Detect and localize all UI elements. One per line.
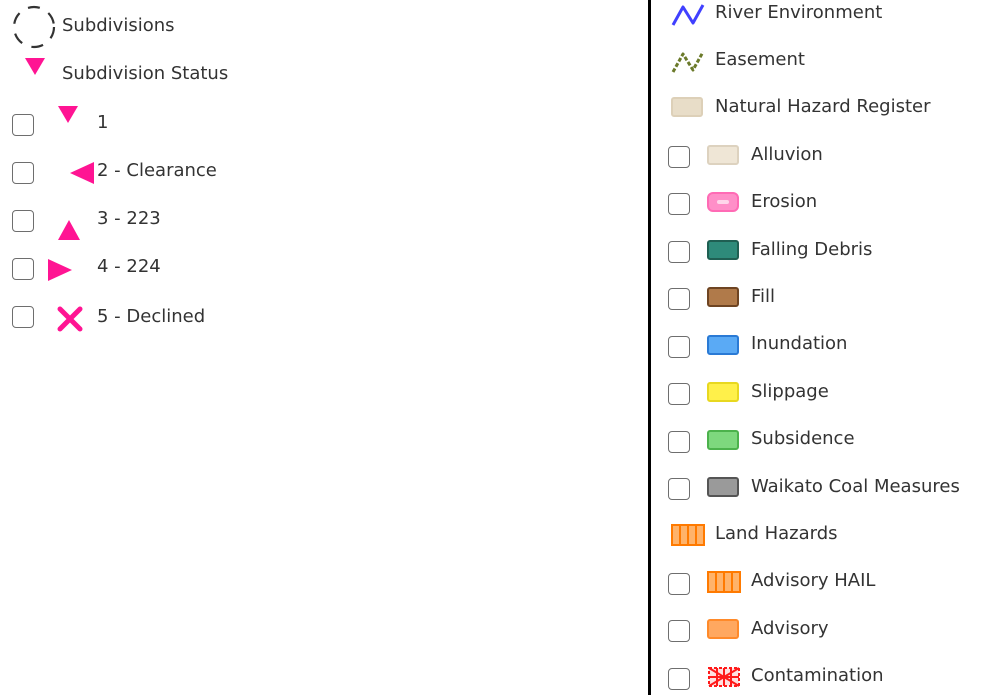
land-item-label: Advisory: [751, 618, 829, 639]
subdivisions-label: Subdivisions: [62, 15, 175, 36]
status-1-checkbox[interactable]: [12, 114, 34, 136]
slippage-checkbox[interactable]: [668, 383, 690, 405]
dashed-circle-icon: [12, 5, 56, 49]
river-environment-label: River Environment: [715, 2, 883, 23]
hazard-label: Erosion: [751, 191, 818, 212]
subdivision-status-label: Subdivision Status: [62, 63, 229, 84]
status-item-label: 2 - Clearance: [97, 160, 217, 181]
status-5-checkbox[interactable]: [12, 306, 34, 328]
status-2-checkbox[interactable]: [12, 162, 34, 184]
land-item-label: Advisory HAIL: [751, 570, 876, 591]
contamination-checkbox[interactable]: [668, 668, 690, 690]
status-item-label: 5 - Declined: [97, 306, 206, 327]
hatched-swatch-icon: [671, 524, 705, 546]
swatch-icon: [707, 382, 739, 402]
subsidence-checkbox[interactable]: [668, 431, 690, 453]
natural-hazard-register-label: Natural Hazard Register: [715, 96, 931, 117]
swatch-icon: [707, 619, 739, 639]
hazard-label: Waikato Coal Measures: [751, 476, 960, 497]
fill-checkbox[interactable]: [668, 288, 690, 310]
status-item-label: 3 - 223: [97, 208, 161, 229]
zigzag-line-icon: [671, 51, 705, 73]
hazard-label: Fill: [751, 286, 776, 307]
swatch-icon: [707, 430, 739, 450]
status-3-checkbox[interactable]: [12, 210, 34, 232]
alluvion-checkbox[interactable]: [668, 146, 690, 168]
triangle-left-icon: [70, 162, 94, 184]
land-hazards-label: Land Hazards: [715, 523, 838, 544]
hazard-label: Inundation: [751, 333, 848, 354]
status-item-label: 4 - 224: [97, 256, 161, 277]
land-item-label: Contamination: [751, 665, 884, 686]
x-mark-icon: [57, 306, 83, 332]
swatch-icon: [671, 97, 703, 117]
easement-label: Easement: [715, 49, 805, 70]
advisory-checkbox[interactable]: [668, 620, 690, 642]
falling-debris-checkbox[interactable]: [668, 241, 690, 263]
erosion-checkbox[interactable]: [668, 193, 690, 215]
hazard-label: Slippage: [751, 381, 829, 402]
hazard-label: Subsidence: [751, 428, 855, 449]
status-item-label: 1: [97, 112, 109, 133]
zigzag-line-icon: [671, 4, 705, 26]
triangle-down-icon: [25, 58, 45, 75]
swatch-icon: [707, 240, 739, 260]
swatch-icon: [707, 192, 739, 212]
triangle-up-icon: [58, 220, 80, 240]
hazard-label: Alluvion: [751, 144, 823, 165]
triangle-down-icon: [58, 106, 78, 123]
crosshatch-swatch-icon: [708, 667, 740, 687]
hatched-swatch-icon: [707, 571, 741, 593]
swatch-icon: [707, 477, 739, 497]
hazard-label: Falling Debris: [751, 239, 873, 260]
swatch-icon: [707, 335, 739, 355]
waikato-coal-measures-checkbox[interactable]: [668, 478, 690, 500]
swatch-icon: [707, 145, 739, 165]
advisory-hail-checkbox[interactable]: [668, 573, 690, 595]
status-4-checkbox[interactable]: [12, 258, 34, 280]
triangle-right-icon: [48, 259, 72, 281]
swatch-icon: [707, 287, 739, 307]
inundation-checkbox[interactable]: [668, 336, 690, 358]
panel-divider: [648, 0, 651, 695]
